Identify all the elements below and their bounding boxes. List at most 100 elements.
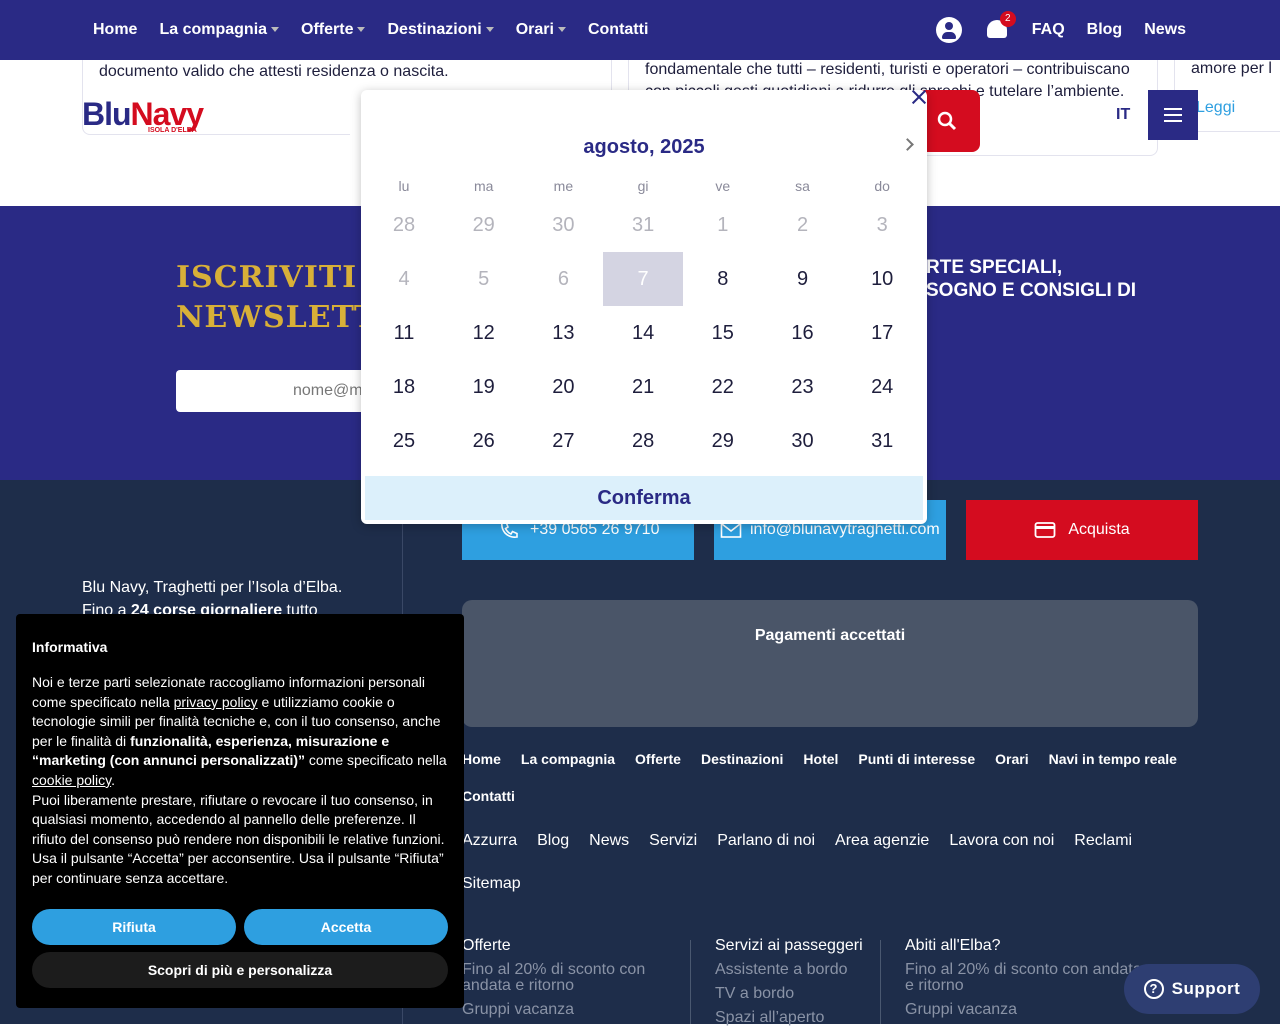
footer-link[interactable]: Hotel [803, 750, 838, 769]
privacy-policy-link[interactable]: privacy policy [174, 694, 258, 710]
weekday-label: me [553, 178, 574, 194]
footer-col-title: Offerte [462, 937, 511, 954]
calendar-day[interactable]: 19 [444, 360, 524, 414]
calendar-day: 30 [552, 214, 575, 236]
calendar-day[interactable]: 28 [603, 414, 683, 468]
calendar-day[interactable]: 9 [763, 252, 843, 306]
cookie-policy-link[interactable]: cookie policy [32, 772, 111, 788]
calendar-day[interactable]: 20 [523, 360, 603, 414]
nav-offerte[interactable]: Offerte [301, 21, 366, 39]
notification-bell[interactable]: 2 [984, 11, 1016, 43]
hamburger-menu-button[interactable] [1148, 90, 1198, 140]
footer-col-title: Abiti all'Elba? [905, 937, 1001, 954]
footer-link[interactable]: Area agenzie [835, 830, 929, 851]
nav-news[interactable]: News [1144, 21, 1186, 39]
calendar-day[interactable]: 24 [842, 360, 922, 414]
footer-link[interactable]: Home [462, 750, 501, 769]
calendar-day[interactable]: 10 [842, 252, 922, 306]
calendar-day[interactable]: 13 [523, 306, 603, 360]
nav-la-compagnia[interactable]: La compagnia [159, 21, 280, 39]
weekday-label: gi [637, 178, 649, 194]
cookie-title: Informativa [32, 639, 108, 655]
nav-blog[interactable]: Blog [1087, 21, 1123, 39]
customize-button[interactable]: Scopri di più e personalizza [32, 952, 448, 988]
calendar-day[interactable]: 23 [763, 360, 843, 414]
footer-link[interactable]: Sitemap [462, 873, 521, 894]
footer-link[interactable]: Reclami [1074, 830, 1132, 851]
payments-box: Pagamenti accettati [462, 600, 1198, 727]
user-icon[interactable] [935, 17, 962, 43]
confirm-button[interactable]: Conferma [365, 476, 923, 520]
calendar-day[interactable]: 25 [364, 414, 444, 468]
nav-orari[interactable]: Orari [516, 21, 566, 39]
footer-link[interactable]: Orari [995, 750, 1028, 769]
buy-label: Acquista [1068, 521, 1130, 538]
close-icon[interactable] [908, 86, 930, 108]
footer-col-item[interactable]: Fino al 20% di sconto con andata e ritor… [905, 962, 1145, 994]
footer-link[interactable]: News [589, 830, 629, 851]
calendar-day[interactable]: 30 [763, 414, 843, 468]
footer-col-item[interactable]: Gruppi vacanza [462, 1002, 682, 1018]
footer-col-item[interactable]: Fino al 20% di sconto con andata e ritor… [462, 962, 682, 994]
footer-link[interactable]: Contatti [462, 787, 515, 806]
footer-link[interactable]: Punti di interesse [858, 750, 975, 769]
footer-col-item[interactable]: TV a bordo [715, 986, 875, 1002]
footer-link[interactable]: Azzurra [462, 830, 517, 851]
nav-contatti[interactable]: Contatti [588, 21, 648, 39]
chevron-down-icon [557, 27, 566, 33]
calendar-day[interactable]: 22 [683, 360, 763, 414]
calendar-day: 6 [557, 268, 569, 290]
hamburger-icon-line [1164, 114, 1182, 116]
chevron-down-icon [357, 27, 366, 33]
calendar-day[interactable]: 14 [603, 306, 683, 360]
calendar-day[interactable]: 12 [444, 306, 524, 360]
calendar-day: 28 [392, 214, 416, 236]
question-icon: ? [1143, 979, 1164, 999]
calendar-day[interactable]: 29 [683, 414, 763, 468]
calendar-day[interactable]: 27 [523, 414, 603, 468]
footer-link[interactable]: Parlano di noi [717, 830, 815, 851]
credit-card-icon [1034, 522, 1056, 538]
calendar-day: 2 [796, 214, 809, 236]
calendar-day[interactable]: 8 [683, 252, 763, 306]
language-selector[interactable]: IT [1116, 106, 1130, 124]
blunavy-logo[interactable]: BluNavy ISOLA D'ELBA [82, 96, 204, 134]
footer-link[interactable]: Blog [537, 830, 569, 851]
datepicker-month: agosto, 2025 [583, 136, 705, 158]
calendar-day[interactable]: 15 [683, 306, 763, 360]
nav-offerte-label: Offerte [301, 21, 354, 38]
footer-link[interactable]: La compagnia [521, 750, 615, 769]
newsletter-description: RTE SPECIALI, SOGNO E CONSIGLI DI [926, 256, 1136, 302]
read-more-link[interactable]: Leggi [1196, 99, 1235, 117]
footer-col-item[interactable]: Assistente a bordo [715, 962, 875, 978]
top-navbar: Home La compagnia Offerte Destinazioni O… [0, 0, 1280, 60]
buy-button[interactable]: Acquista [966, 500, 1198, 560]
calendar-day[interactable]: 26 [444, 414, 524, 468]
cookie-banner: Informativa Noi e terze parti selezionat… [16, 614, 464, 1008]
support-button[interactable]: ? Support [1124, 964, 1260, 1014]
calendar-day[interactable]: 31 [842, 414, 922, 468]
footer-link[interactable]: Destinazioni [701, 750, 783, 769]
footer-link[interactable]: Lavora con noi [949, 830, 1054, 851]
footer-col-item[interactable]: Gruppi vacanza [905, 1002, 1145, 1018]
nav-faq[interactable]: FAQ [1032, 21, 1065, 39]
calendar-day[interactable]: 11 [364, 306, 444, 360]
calendar-day[interactable]: 16 [763, 306, 843, 360]
nav-destinazioni[interactable]: Destinazioni [387, 21, 494, 39]
calendar-day[interactable]: 17 [842, 306, 922, 360]
notification-badge: 2 [999, 11, 1016, 27]
footer-link[interactable]: Navi in tempo reale [1049, 750, 1177, 769]
footer-link[interactable]: Servizi [649, 830, 697, 851]
calendar-day[interactable]: 18 [364, 360, 444, 414]
footer-link[interactable]: Offerte [635, 750, 681, 769]
reject-button[interactable]: Rifiuta [32, 909, 236, 945]
nav-home[interactable]: Home [93, 21, 137, 39]
nav-la-compagnia-label: La compagnia [159, 21, 268, 38]
chevron-down-icon [271, 27, 280, 33]
accept-button[interactable]: Accetta [244, 909, 448, 945]
calendar-day: 31 [631, 214, 655, 236]
calendar-day[interactable]: 21 [603, 360, 683, 414]
calendar-day-selected[interactable]: 7 [603, 252, 684, 306]
newsletter-email-input[interactable]: nome@m [176, 370, 376, 412]
calendar-day: 29 [472, 214, 495, 236]
